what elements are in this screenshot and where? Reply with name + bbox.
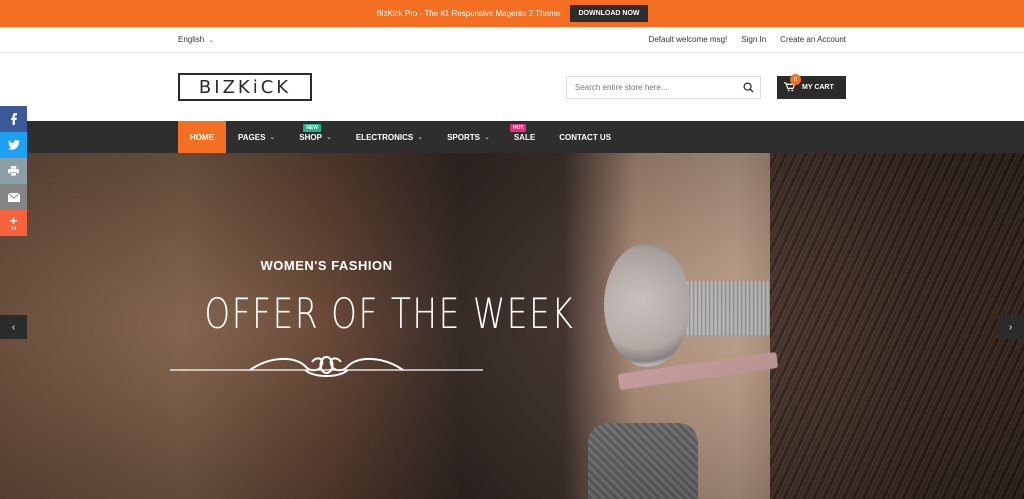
share-twitter-button[interactable] xyxy=(0,132,27,158)
share-print-button[interactable] xyxy=(0,158,27,184)
share-facebook-button[interactable] xyxy=(0,106,27,132)
nav-item-sale[interactable]: HOT SALE xyxy=(502,121,547,153)
slider-next-button[interactable]: › xyxy=(997,315,1024,339)
chevron-down-icon: ⌄ xyxy=(325,134,332,141)
cart-label: MY CART xyxy=(802,84,834,91)
search-icon[interactable] xyxy=(736,77,760,98)
language-switcher[interactable]: English ⌄ xyxy=(178,35,214,44)
facebook-icon xyxy=(10,113,17,125)
nav-item-label: ELECTRONICS xyxy=(355,132,414,142)
cart-count-badge: 0 xyxy=(790,74,801,85)
welcome-message: Default welcome msg! xyxy=(648,35,728,44)
promo-bar: BizKick Pro - The #1 Responsive Magento … xyxy=(0,0,1024,27)
download-now-button[interactable]: DOWNLOAD NOW xyxy=(570,5,648,22)
sign-in-link[interactable]: Sign In xyxy=(741,35,766,44)
hero-caption: WOMEN'S FASHION OFFER OF THE WEEK xyxy=(170,258,575,378)
slider-prev-button[interactable]: ‹ xyxy=(0,315,27,339)
main-navigation: HOME PAGES ⌄ NEW SHOP ⌄ ELECTRONICS ⌄ SP… xyxy=(0,121,1024,153)
chevron-down-icon: ⌄ xyxy=(483,134,490,141)
nav-item-label: PAGES xyxy=(238,132,266,142)
chevron-down-icon: ⌄ xyxy=(269,134,276,141)
new-badge: NEW xyxy=(303,124,321,132)
plus-icon: + xyxy=(9,212,18,228)
nav-item-label: SPORTS xyxy=(447,132,480,142)
nav-item-label: CONTACT US xyxy=(559,132,612,142)
language-label: English xyxy=(178,35,205,44)
nav-item-pages[interactable]: PAGES ⌄ xyxy=(226,121,287,153)
flourish-ornament xyxy=(170,356,483,377)
print-icon xyxy=(8,166,19,176)
nav-item-contact-us[interactable]: CONTACT US xyxy=(547,121,623,153)
hero-kicker: WOMEN'S FASHION xyxy=(260,258,393,273)
header-links: English ⌄ Default welcome msg! Sign In C… xyxy=(0,27,1024,53)
mini-cart-button[interactable]: 0 MY CART xyxy=(777,74,846,99)
nav-item-home[interactable]: HOME xyxy=(178,121,226,153)
hero-title: OFFER OF THE WEEK xyxy=(204,289,575,338)
share-count: 14 xyxy=(10,225,17,232)
nav-item-shop[interactable]: NEW SHOP ⌄ xyxy=(287,121,344,153)
chevron-down-icon: ⌄ xyxy=(417,134,424,141)
share-more-button[interactable]: + 14 xyxy=(0,210,27,236)
search-input[interactable] xyxy=(567,77,736,98)
share-email-button[interactable] xyxy=(0,184,27,210)
nav-item-label: SHOP xyxy=(299,132,322,142)
nav-item-label: HOME xyxy=(190,132,214,142)
twitter-icon xyxy=(7,140,20,150)
hero-slider[interactable]: WOMEN'S FASHION OFFER OF THE WEEK ‹ › xyxy=(0,153,1024,499)
nav-item-sports[interactable]: SPORTS ⌄ xyxy=(435,121,502,153)
chevron-left-icon: ‹ xyxy=(11,321,16,333)
chevron-down-icon: ⌄ xyxy=(208,36,215,44)
create-account-link[interactable]: Create an Account xyxy=(780,35,846,44)
site-logo[interactable]: BIZKiCK xyxy=(178,73,312,101)
social-share-bar: + 14 xyxy=(0,106,27,236)
promo-text: BizKick Pro - The #1 Responsive Magento … xyxy=(376,9,563,18)
search-box xyxy=(566,76,761,99)
nav-item-electronics[interactable]: ELECTRONICS ⌄ xyxy=(344,121,435,153)
email-icon xyxy=(7,192,20,202)
chevron-right-icon: › xyxy=(1008,321,1013,333)
hot-badge: HOT xyxy=(509,124,527,132)
nav-item-label: SALE xyxy=(513,132,536,142)
